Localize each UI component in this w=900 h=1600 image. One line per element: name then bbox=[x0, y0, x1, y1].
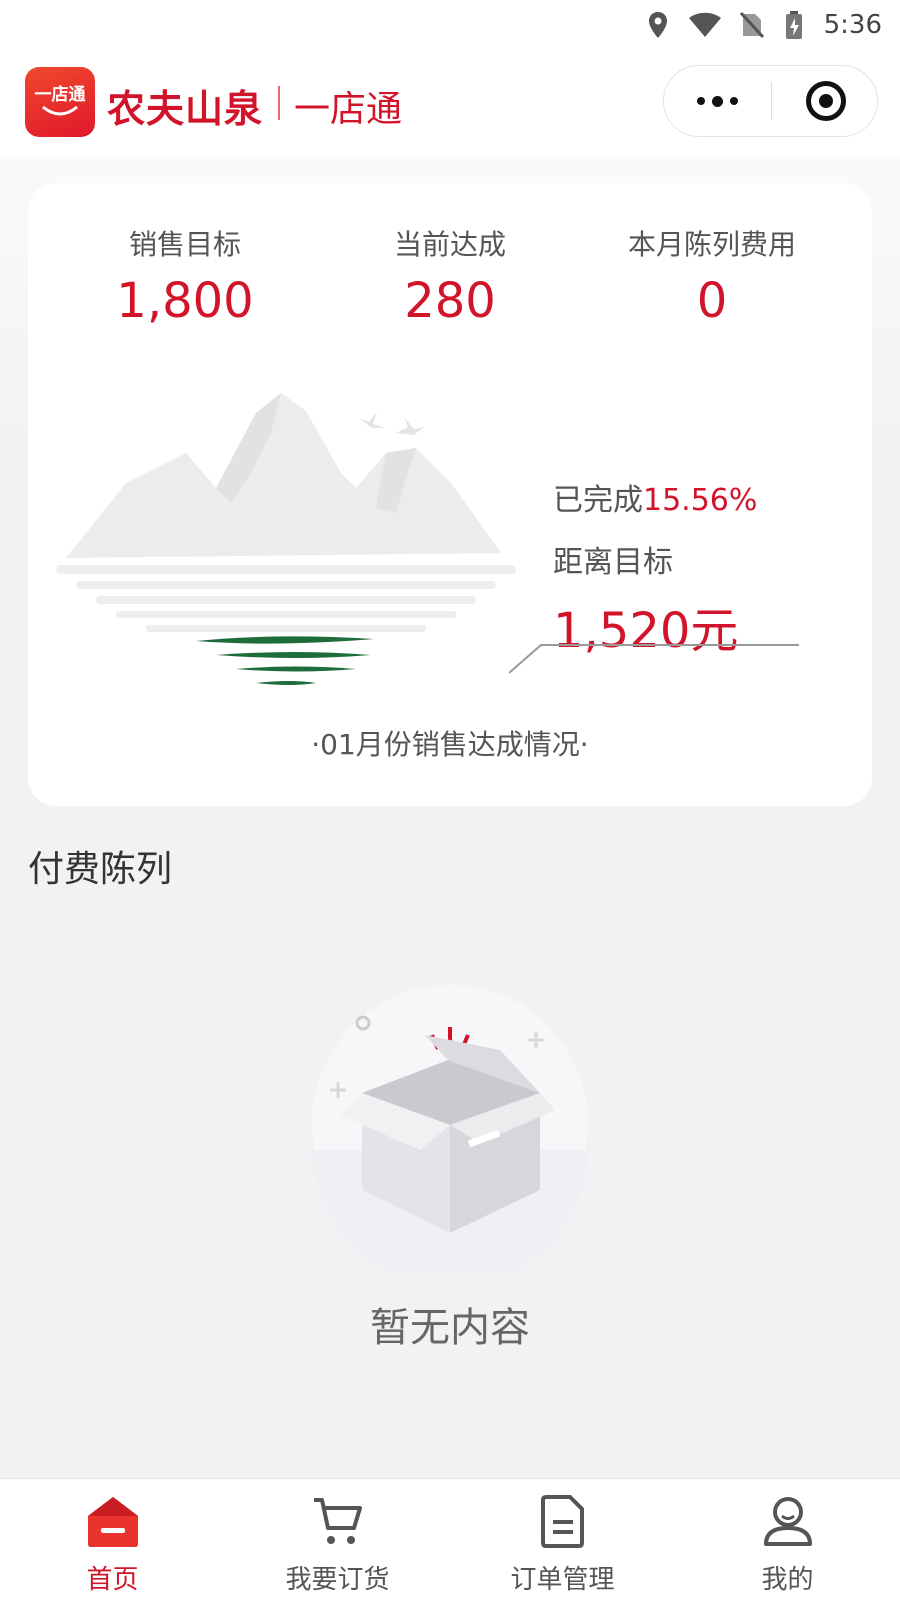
stat-value: 1,800 bbox=[116, 273, 254, 329]
tab-label: 订单管理 bbox=[510, 1565, 615, 1595]
card-caption: ·01月份销售达成情况· bbox=[311, 728, 589, 761]
cart-icon bbox=[310, 1493, 366, 1549]
tab-label: 我要订货 bbox=[285, 1565, 390, 1595]
progress-info: 已完成15.56% 距离目标 1,520元 bbox=[553, 475, 843, 661]
more-dots-icon bbox=[697, 97, 705, 105]
app-logo: 一店通 bbox=[25, 67, 95, 137]
sales-summary-card: 销售目标 1,800 当前达成 280 本月陈列费用 0 已完成15.56% 距… bbox=[28, 183, 872, 806]
stat-value: 0 bbox=[696, 273, 728, 329]
stat-label: 当前达成 bbox=[393, 228, 506, 261]
stat-label: 销售目标 bbox=[128, 228, 241, 261]
stat-sales-target: 销售目标 1,800 bbox=[55, 223, 315, 329]
order-document-icon bbox=[535, 1493, 591, 1549]
target-circle-icon bbox=[805, 81, 846, 121]
tab-order-goods[interactable]: 我要订货 bbox=[225, 1479, 450, 1600]
pointer-line bbox=[509, 644, 799, 674]
tab-label: 首页 bbox=[86, 1565, 139, 1595]
mountain-lake-illustration bbox=[56, 393, 516, 685]
empty-state-text: 暂无内容 bbox=[370, 1305, 530, 1351]
tab-profile[interactable]: 我的 bbox=[675, 1479, 900, 1600]
tab-home[interactable]: 首页 bbox=[0, 1479, 225, 1600]
no-sim-icon bbox=[739, 11, 764, 39]
smile-icon bbox=[42, 105, 78, 115]
tab-label: 我的 bbox=[761, 1565, 814, 1595]
completed-line: 已完成15.56% bbox=[553, 475, 843, 519]
status-bar: 5:36 bbox=[0, 0, 900, 50]
more-button[interactable] bbox=[664, 66, 771, 136]
stat-label: 本月陈列费用 bbox=[627, 228, 796, 261]
completed-percent: 15.56% bbox=[643, 483, 758, 518]
status-time: 5:36 bbox=[823, 10, 882, 40]
section-title: 付费陈列 bbox=[28, 849, 173, 890]
more-dots-icon-center bbox=[712, 95, 723, 107]
tab-order-management[interactable]: 订单管理 bbox=[450, 1479, 675, 1600]
bottom-tab-bar: 首页 我要订货 订单管理 我的 bbox=[0, 1478, 900, 1600]
miniprogram-capsule bbox=[663, 65, 878, 137]
logo-text: 一店通 bbox=[34, 84, 86, 105]
location-icon bbox=[646, 11, 670, 39]
brand-subtitle: 一店通 bbox=[294, 89, 403, 130]
user-profile-icon bbox=[760, 1493, 816, 1549]
app-header: 一店通 农夫山泉 一店通 bbox=[0, 50, 900, 156]
close-miniprogram-button[interactable] bbox=[772, 66, 879, 136]
empty-box-illustration bbox=[312, 985, 588, 1275]
brand-divider bbox=[278, 86, 280, 120]
remaining-label: 距离目标 bbox=[553, 545, 673, 580]
stat-display-fee: 本月陈列费用 0 bbox=[582, 223, 842, 329]
battery-charging-icon bbox=[782, 11, 806, 39]
brand-name: 农夫山泉 bbox=[107, 87, 264, 131]
home-icon bbox=[85, 1493, 141, 1549]
more-dots-icon-right bbox=[730, 97, 738, 105]
stat-value: 280 bbox=[404, 273, 496, 329]
stat-current-achieved: 当前达成 280 bbox=[320, 223, 580, 329]
completed-label: 已完成 bbox=[553, 483, 643, 518]
wifi-icon bbox=[688, 11, 722, 39]
